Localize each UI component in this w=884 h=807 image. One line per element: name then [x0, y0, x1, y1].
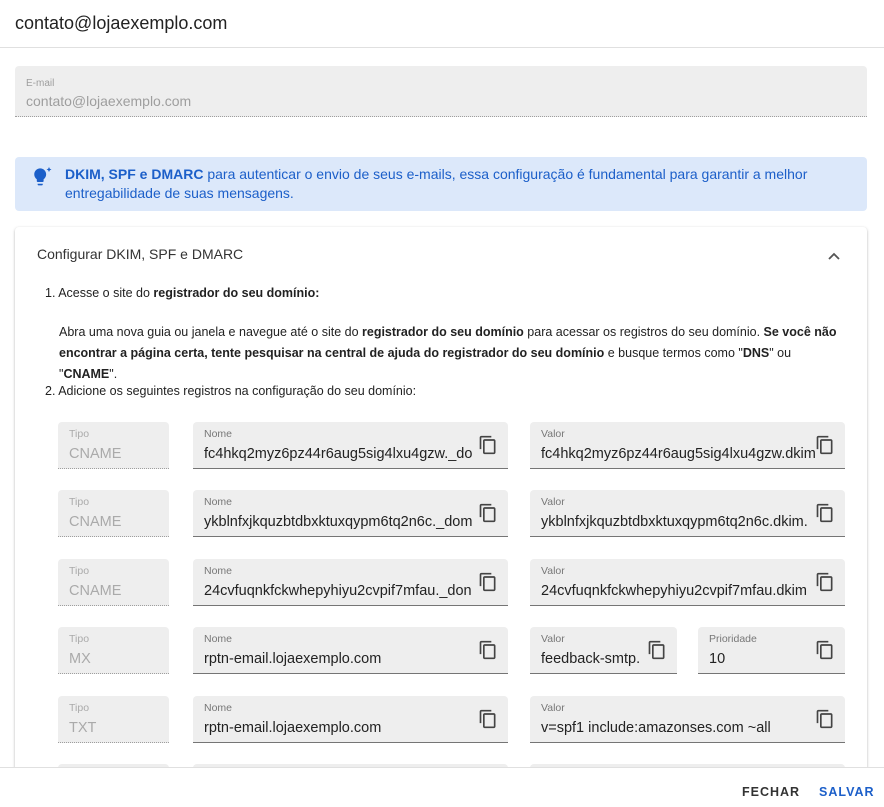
record-value-field[interactable]: Valor ykblnfxjkquzbtdbxktuxqypm6tq2n6c.d…	[530, 490, 845, 537]
record-name-field[interactable]: Nome rptn-email.lojaexemplo.com	[193, 627, 508, 674]
record-type-label: Tipo	[69, 496, 90, 508]
email-field: E-mail contato@lojaexemplo.com	[15, 66, 867, 117]
dkim-config-panel: Configurar DKIM, SPF e DMARC 1. Acesse o…	[15, 227, 867, 807]
record-name-value[interactable]: rptn-email.lojaexemplo.com	[204, 720, 498, 736]
dialog-header: contato@lojaexemplo.com	[0, 0, 884, 48]
record-name-field[interactable]: Nome 24cvfuqnkfckwhepyhiyu2cvpif7mfau._d…	[193, 559, 508, 606]
record-name-label: Nome	[204, 702, 233, 714]
copy-icon[interactable]	[478, 708, 498, 730]
dialog-footer: FECHAR SALVAR	[0, 767, 884, 807]
record-value-field[interactable]: Valor v=spf1 include:amazonses.com ~all	[530, 696, 845, 743]
para-bold-1: registrador do seu domínio	[362, 325, 524, 339]
record-value-label: Valor	[541, 428, 565, 440]
para-text-3: e busque termos como "	[604, 346, 743, 360]
info-alert: DKIM, SPF e DMARC para autenticar o envi…	[15, 157, 867, 211]
copy-icon[interactable]	[815, 434, 835, 456]
record-type-field: Tipo MX	[58, 627, 169, 674]
copy-icon[interactable]	[815, 708, 835, 730]
record-name-label: Nome	[204, 633, 233, 645]
copy-icon[interactable]	[478, 502, 498, 524]
record-value-field[interactable]: Valor feedback-smtp.	[530, 627, 677, 674]
step-1-description: Abra uma nova guia ou janela e navegue a…	[59, 322, 849, 385]
record-type-value: CNAME	[69, 583, 122, 599]
record-type-value: CNAME	[69, 514, 122, 530]
step-2: 2. Adicione os seguintes registros na co…	[45, 381, 416, 402]
panel-title[interactable]: Configurar DKIM, SPF e DMARC	[37, 246, 243, 262]
copy-icon[interactable]	[815, 571, 835, 593]
copy-icon[interactable]	[478, 434, 498, 456]
record-type-label: Tipo	[69, 633, 90, 645]
step-1: 1. Acesse o site do registrador do seu d…	[45, 283, 319, 304]
step-2-text: Adicione os seguintes registros na confi…	[58, 384, 417, 398]
record-priority-field[interactable]: Prioridade 10	[698, 627, 845, 674]
email-field-label: E-mail	[26, 78, 55, 89]
record-type-field: Tipo CNAME	[58, 559, 169, 606]
record-name-value[interactable]: rptn-email.lojaexemplo.com	[204, 651, 498, 667]
para-text-5: ".	[109, 367, 118, 381]
lightbulb-icon	[34, 167, 52, 186]
record-value-value[interactable]: v=spf1 include:amazonses.com ~all	[541, 720, 835, 736]
step-1-number: 1.	[45, 286, 59, 300]
alert-bold-text: DKIM, SPF e DMARC	[65, 166, 204, 182]
step-1-bold: registrador do seu domínio:	[153, 286, 320, 300]
record-name-label: Nome	[204, 428, 233, 440]
copy-icon[interactable]	[815, 639, 835, 661]
para-bold-3: DNS	[742, 346, 770, 360]
record-type-label: Tipo	[69, 702, 90, 714]
record-type-field: Tipo CNAME	[58, 422, 169, 469]
record-name-label: Nome	[204, 565, 233, 577]
record-value-field[interactable]: Valor fc4hkq2myz6pz44r6aug5sig4lxu4gzw.d…	[530, 422, 845, 469]
record-type-value: TXT	[69, 720, 97, 736]
chevron-up-icon[interactable]	[827, 249, 841, 263]
record-value-label: Valor	[541, 702, 565, 714]
record-name-value[interactable]: 24cvfuqnkfckwhepyhiyu2cvpif7mfau._don	[204, 583, 498, 599]
copy-icon[interactable]	[478, 639, 498, 661]
step-2-number: 2.	[45, 384, 59, 398]
copy-icon[interactable]	[647, 639, 667, 661]
record-value-label: Valor	[541, 565, 565, 577]
record-type-field: Tipo CNAME	[58, 490, 169, 537]
record-type-field: Tipo TXT	[58, 696, 169, 743]
close-button[interactable]: FECHAR	[742, 785, 800, 799]
record-type-value: CNAME	[69, 446, 122, 462]
record-value-field[interactable]: Valor 24cvfuqnkfckwhepyhiyu2cvpif7mfau.d…	[530, 559, 845, 606]
email-field-value: contato@lojaexemplo.com	[26, 93, 192, 109]
record-name-field[interactable]: Nome fc4hkq2myz6pz44r6aug5sig4lxu4gzw._d…	[193, 422, 508, 469]
copy-icon[interactable]	[815, 502, 835, 524]
para-text-1: Abra uma nova guia ou janela e navegue a…	[59, 325, 362, 339]
copy-icon[interactable]	[478, 571, 498, 593]
record-name-value[interactable]: ykblnfxjkquzbtdbxktuxqypm6tq2n6c._dom	[204, 514, 498, 530]
record-value-label: Valor	[541, 496, 565, 508]
step-1-text: Acesse o site do	[58, 286, 154, 300]
record-type-value: MX	[69, 651, 91, 667]
record-value-value[interactable]: ykblnfxjkquzbtdbxktuxqypm6tq2n6c.dkim.	[541, 514, 835, 530]
record-type-label: Tipo	[69, 565, 90, 577]
para-bold-4: CNAME	[63, 367, 110, 381]
record-name-label: Nome	[204, 496, 233, 508]
record-name-value[interactable]: fc4hkq2myz6pz44r6aug5sig4lxu4gzw._do	[204, 446, 498, 462]
para-text-2: para acessar os registros do seu domínio…	[523, 325, 764, 339]
dialog-title: contato@lojaexemplo.com	[15, 13, 228, 33]
record-value-value[interactable]: fc4hkq2myz6pz44r6aug5sig4lxu4gzw.dkim	[541, 446, 835, 462]
record-name-field[interactable]: Nome rptn-email.lojaexemplo.com	[193, 696, 508, 743]
record-type-label: Tipo	[69, 428, 90, 440]
record-value-value[interactable]: 24cvfuqnkfckwhepyhiyu2cvpif7mfau.dkim	[541, 583, 835, 599]
save-button[interactable]: SALVAR	[819, 785, 875, 799]
record-name-field[interactable]: Nome ykblnfxjkquzbtdbxktuxqypm6tq2n6c._d…	[193, 490, 508, 537]
